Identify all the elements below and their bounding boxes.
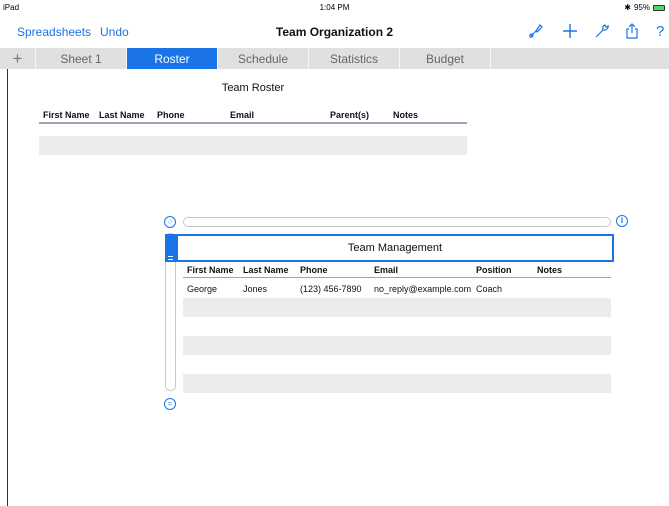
table-row[interactable] bbox=[183, 317, 611, 336]
tab-schedule[interactable]: Schedule bbox=[218, 48, 309, 69]
table-select-handle[interactable]: ○ bbox=[164, 216, 176, 228]
table-row[interactable]: George Jones (123) 456-7890 no_reply@exa… bbox=[183, 280, 611, 299]
battery-icon bbox=[653, 4, 665, 11]
help-icon[interactable]: ? bbox=[656, 23, 664, 40]
table-cell[interactable]: Jones bbox=[243, 284, 267, 294]
battery-percent: 95% bbox=[633, 3, 650, 12]
wrench-icon[interactable] bbox=[593, 22, 611, 40]
management-table-title[interactable]: Team Management bbox=[176, 234, 614, 262]
header-cell[interactable]: First Name bbox=[43, 110, 90, 120]
header-cell[interactable]: Email bbox=[230, 110, 254, 120]
sheet-tab-bar: + Sheet 1 Roster Schedule Statistics Bud… bbox=[0, 48, 669, 69]
header-cell[interactable]: Position bbox=[476, 265, 512, 275]
column-resize-handle[interactable]: ‖ bbox=[616, 215, 628, 227]
nav-bar: Spreadsheets Undo Team Organization 2 ? bbox=[0, 16, 669, 44]
status-bar: iPad 1:04 PM ✱ 95% bbox=[0, 0, 669, 16]
column-selection-bar[interactable] bbox=[183, 217, 611, 227]
table-cell[interactable]: no_reply@example.com bbox=[374, 284, 471, 294]
table-row[interactable] bbox=[183, 374, 611, 393]
add-sheet-button[interactable]: + bbox=[0, 48, 36, 69]
canvas-edge bbox=[7, 69, 8, 506]
header-cell[interactable]: Last Name bbox=[99, 110, 145, 120]
header-cell[interactable]: Notes bbox=[537, 265, 562, 275]
table-row[interactable] bbox=[183, 355, 611, 374]
table-row[interactable] bbox=[39, 136, 467, 155]
tab-roster[interactable]: Roster bbox=[127, 48, 218, 69]
tab-statistics[interactable]: Statistics bbox=[309, 48, 400, 69]
tab-budget[interactable]: Budget bbox=[400, 48, 491, 69]
table-cell[interactable]: (123) 456-7890 bbox=[300, 284, 362, 294]
management-table-header[interactable]: First Name Last Name Phone Email Positio… bbox=[183, 262, 611, 278]
battery-indicator: ✱ 95% bbox=[624, 3, 665, 12]
header-cell[interactable]: First Name bbox=[187, 265, 234, 275]
header-cell[interactable]: Last Name bbox=[243, 265, 289, 275]
roster-table-title[interactable]: Team Roster bbox=[39, 82, 467, 94]
tab-sheet-1[interactable]: Sheet 1 bbox=[36, 48, 127, 69]
table-cell[interactable]: Coach bbox=[476, 284, 502, 294]
table-row[interactable] bbox=[183, 298, 611, 317]
header-cell[interactable]: Phone bbox=[300, 265, 328, 275]
plus-icon[interactable] bbox=[561, 22, 579, 40]
table-cell[interactable]: George bbox=[187, 284, 217, 294]
share-icon[interactable] bbox=[623, 22, 641, 40]
row-selection-indicator[interactable] bbox=[165, 234, 176, 262]
header-cell[interactable]: Phone bbox=[157, 110, 185, 120]
clock: 1:04 PM bbox=[319, 3, 350, 12]
header-cell[interactable]: Parent(s) bbox=[330, 110, 369, 120]
roster-table-header[interactable]: First Name Last Name Phone Email Parent(… bbox=[39, 104, 467, 124]
brush-icon[interactable] bbox=[527, 22, 545, 40]
row-resize-handle[interactable]: = bbox=[164, 398, 176, 410]
header-cell[interactable]: Notes bbox=[393, 110, 418, 120]
header-cell[interactable]: Email bbox=[374, 265, 398, 275]
table-row[interactable] bbox=[183, 336, 611, 355]
bluetooth-icon: ✱ bbox=[624, 3, 631, 12]
